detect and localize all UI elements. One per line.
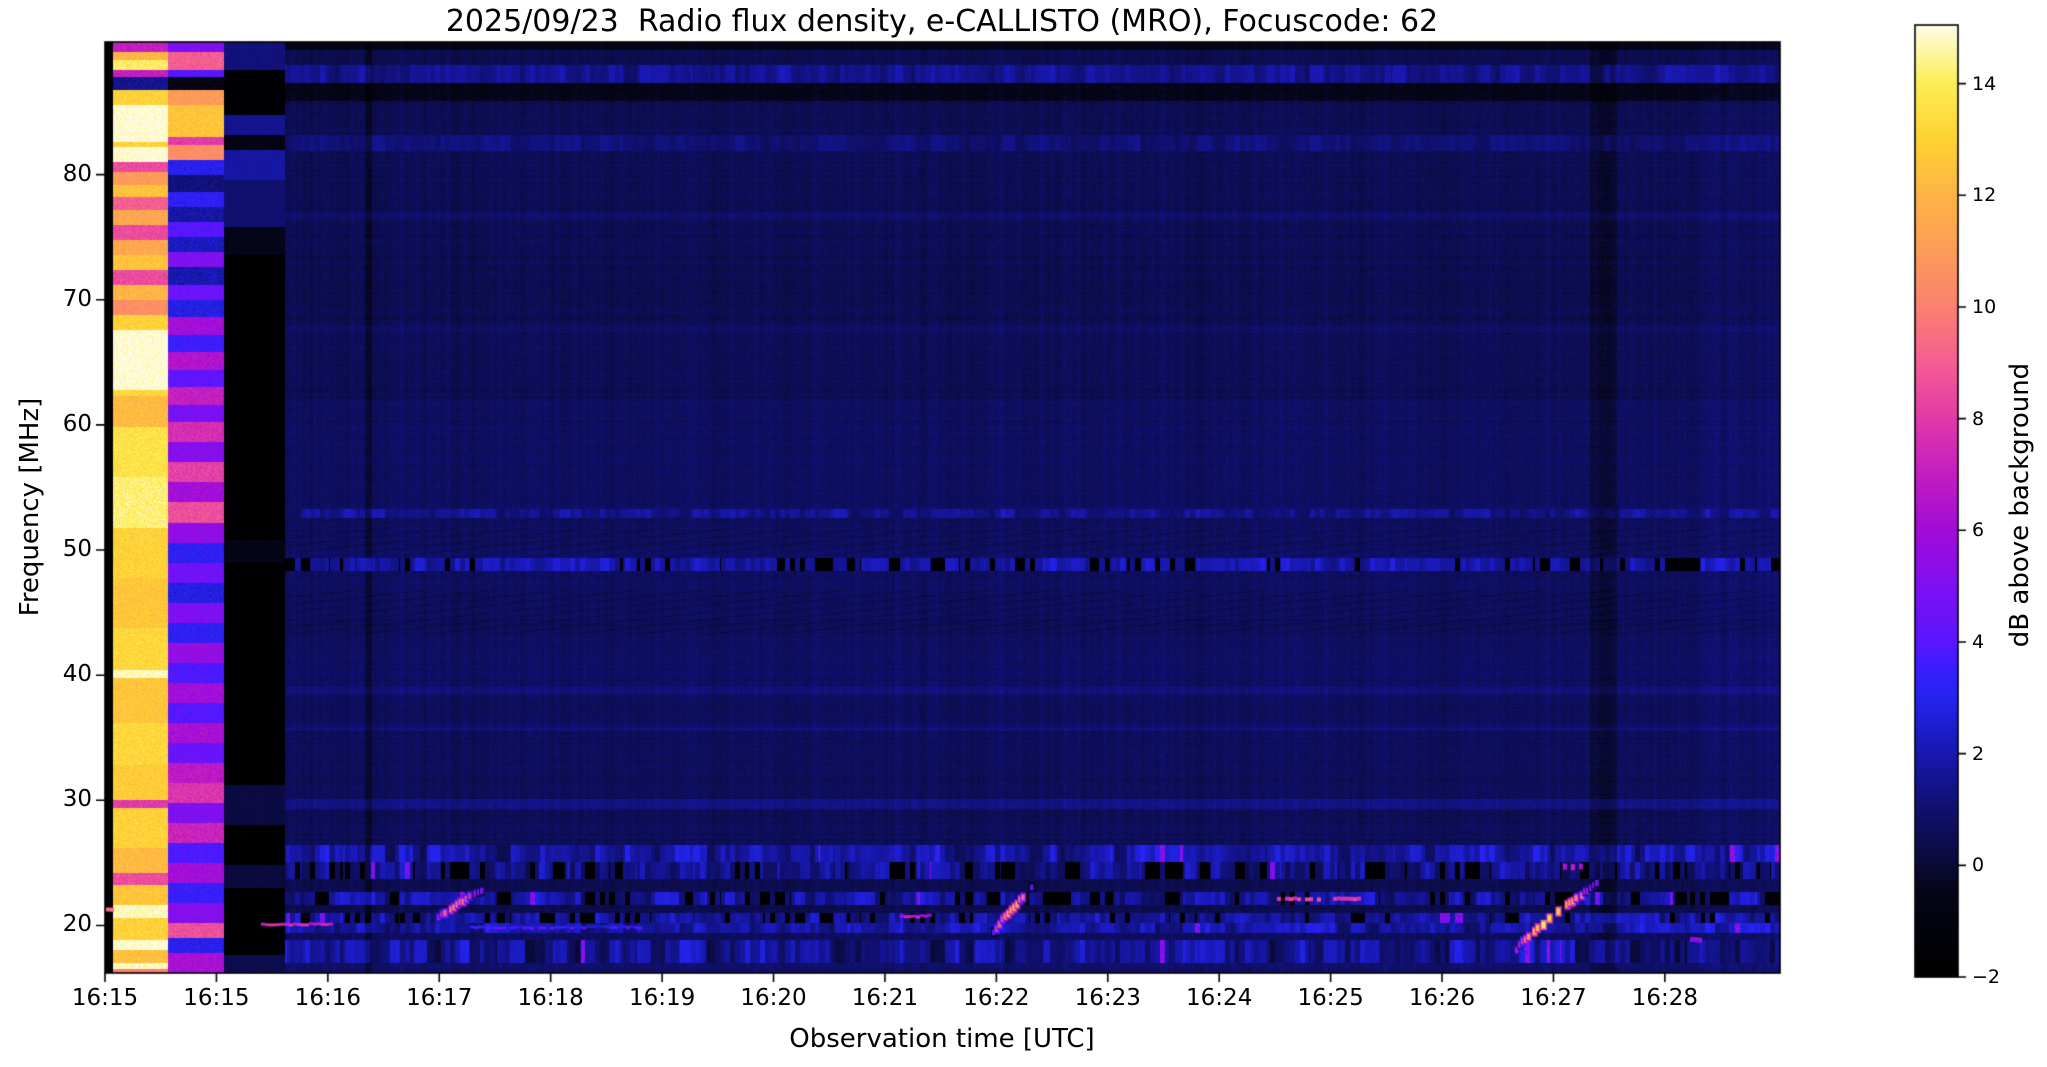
x-tick-label: 16:26 — [1408, 985, 1476, 1011]
x-tick-label: 16:21 — [851, 985, 919, 1011]
colorbar-tick-label: 4 — [1972, 630, 1985, 653]
y-tick-label: 50 — [62, 536, 92, 563]
x-tick-label: 16:25 — [1297, 985, 1364, 1011]
y-tick-label: 70 — [62, 285, 92, 312]
colorbar-label: dB above background — [2005, 362, 2035, 648]
y-tick-label: 20 — [62, 911, 92, 938]
x-tick-label: 16:17 — [406, 985, 473, 1011]
x-tick-label: 16:27 — [1520, 985, 1587, 1011]
colorbar-tick-label: 12 — [1972, 184, 1997, 207]
x-tick-label: 16:23 — [1074, 985, 1141, 1011]
colorbar-tick-label: 2 — [1972, 742, 1985, 765]
x-tick-label: 16:20 — [740, 985, 807, 1011]
colorbar-tick-label: −2 — [1972, 966, 2001, 988]
y-tick-label: 80 — [62, 160, 92, 187]
colorbar-tick-label: 8 — [1972, 407, 1985, 430]
x-tick-label: 16:16 — [294, 985, 361, 1011]
figure: 2025/09/23 Radio flux density, e-CALLIST… — [0, 0, 2047, 1067]
x-tick-label: 16:22 — [963, 985, 1030, 1011]
y-tick-label: 40 — [62, 661, 92, 688]
x-tick-label: 16:28 — [1631, 985, 1699, 1011]
colorbar-tick-label: 0 — [1972, 854, 1985, 877]
x-tick-label: 16:15 — [71, 985, 139, 1011]
y-tick-label: 30 — [62, 786, 92, 813]
y-tick-label: 60 — [62, 410, 92, 437]
x-tick-label: 16:15 — [183, 985, 250, 1011]
colorbar-tick-label: 6 — [1972, 519, 1985, 542]
x-tick-label: 16:24 — [1186, 985, 1253, 1011]
spectrogram-canvas — [0, 0, 2047, 1067]
x-tick-label: 16:19 — [628, 985, 696, 1011]
x-axis-label: Observation time [UTC] — [789, 1024, 1095, 1054]
colorbar-tick-label: 10 — [1972, 295, 1997, 318]
chart-title: 2025/09/23 Radio flux density, e-CALLIST… — [445, 4, 1439, 39]
colorbar-tick-label: 14 — [1972, 72, 1997, 95]
x-tick-label: 16:18 — [517, 985, 584, 1011]
